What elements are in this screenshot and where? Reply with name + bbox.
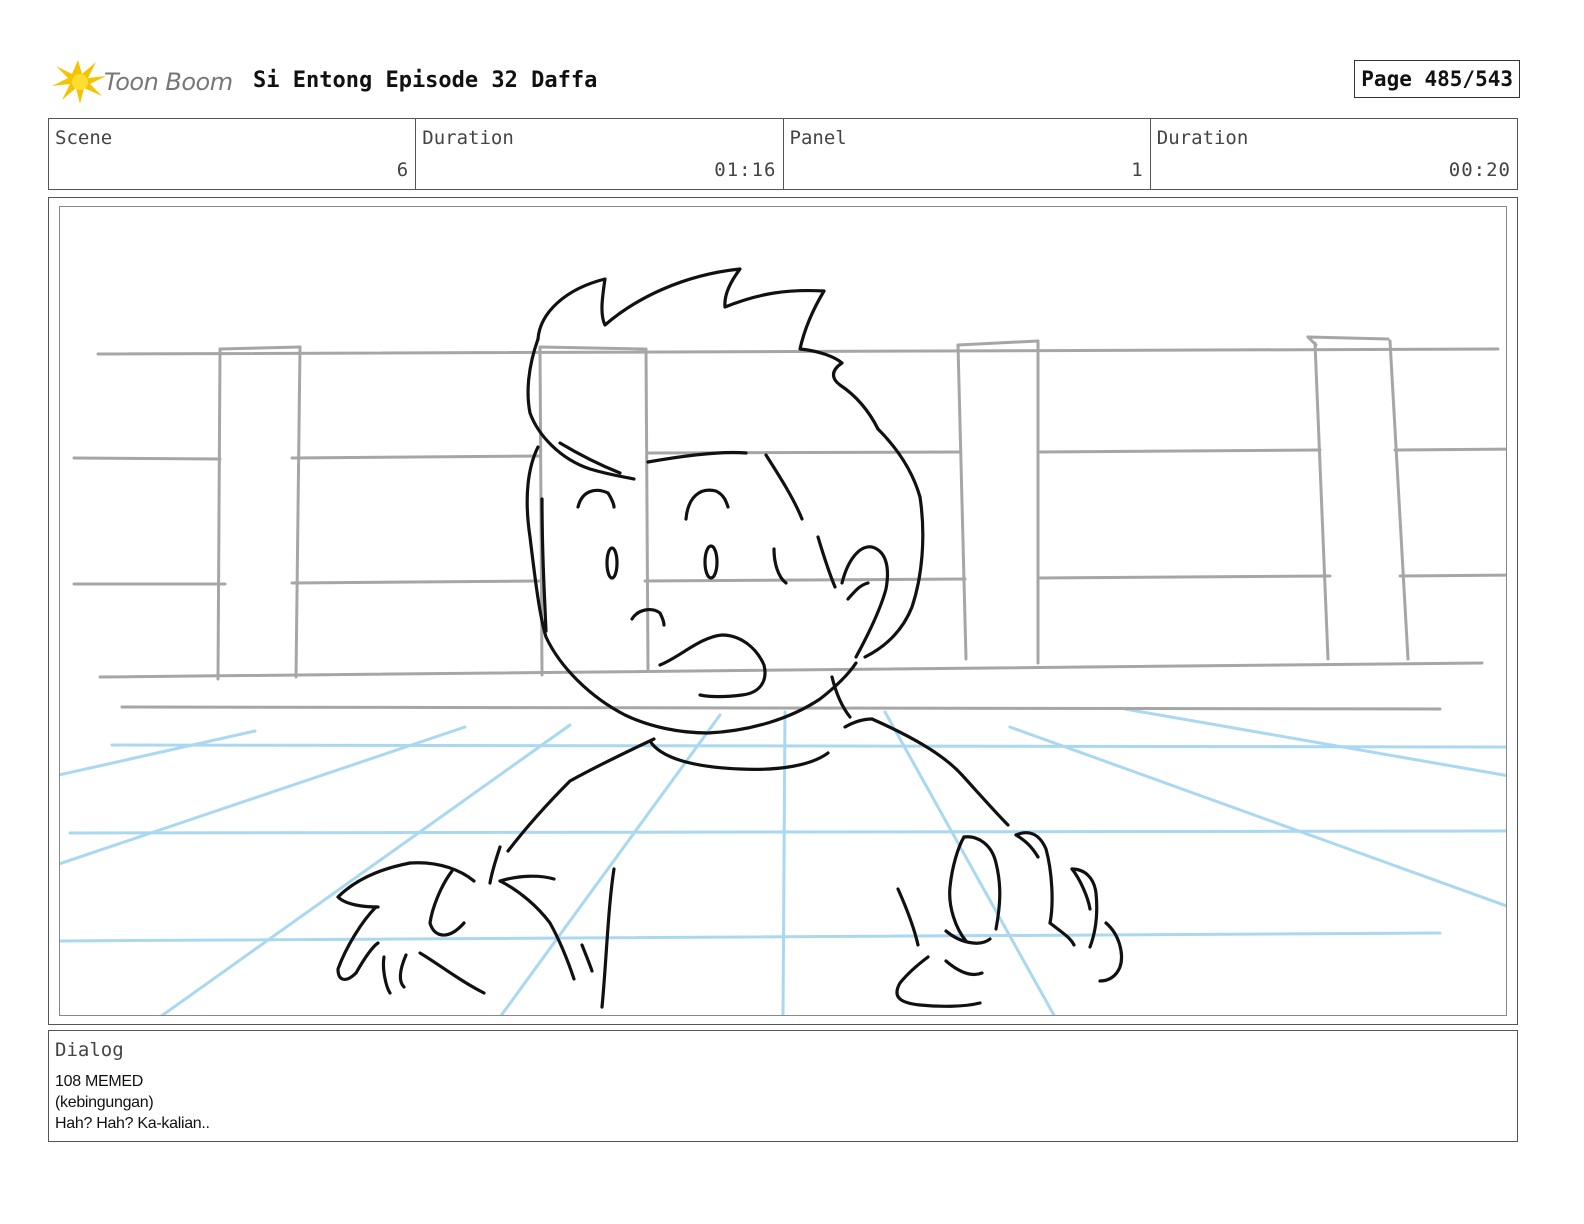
panel-duration-label: Duration xyxy=(1156,127,1249,149)
scene-cell: Scene 6 xyxy=(49,119,417,189)
dialog-label: Dialog xyxy=(55,1039,124,1061)
dialog-line: 108 MEMED xyxy=(55,1073,143,1090)
panel-label: Panel xyxy=(789,127,847,149)
toon-boom-logo: Toon Boom xyxy=(50,56,240,108)
storyboard-panel xyxy=(48,197,1518,1025)
scene-duration-cell: Duration 01:16 xyxy=(416,119,784,189)
panel-value: 1 xyxy=(1131,159,1144,181)
logo-text: Toon Boom xyxy=(104,68,233,96)
storyboard-header: Toon Boom Si Entong Episode 32 Daffa Pag… xyxy=(50,52,1520,108)
panel-duration-value: 00:20 xyxy=(1448,159,1511,181)
scene-duration-label: Duration xyxy=(422,127,514,149)
character-sketch xyxy=(336,267,1124,1009)
scene-label: Scene xyxy=(55,127,113,149)
panel-cell: Panel 1 xyxy=(784,119,1151,189)
scene-info-row: Scene 6 Duration 01:16 Panel 1 Duration … xyxy=(48,118,1518,190)
dialog-line: Hah? Hah? Ka-kalian.. xyxy=(55,1115,210,1132)
dialog-box: Dialog 108 MEMED (kebingungan) Hah? Hah?… xyxy=(48,1030,1518,1142)
burst-icon xyxy=(52,60,106,104)
dialog-text: 108 MEMED (kebingungan) Hah? Hah? Ka-kal… xyxy=(55,1071,210,1134)
scene-value: 6 xyxy=(396,159,410,181)
page-number: Page 485/543 xyxy=(1354,60,1520,98)
dialog-line: (kebingungan) xyxy=(55,1094,154,1111)
panel-duration-cell: Duration 00:20 xyxy=(1151,119,1517,189)
document-title: Si Entong Episode 32 Daffa xyxy=(253,68,598,93)
panel-frame xyxy=(59,206,1507,1016)
scene-duration-value: 01:16 xyxy=(714,159,777,181)
background-fence xyxy=(72,335,1506,711)
perspective-grid xyxy=(60,707,1506,1015)
panel-sketch xyxy=(60,267,1506,1015)
